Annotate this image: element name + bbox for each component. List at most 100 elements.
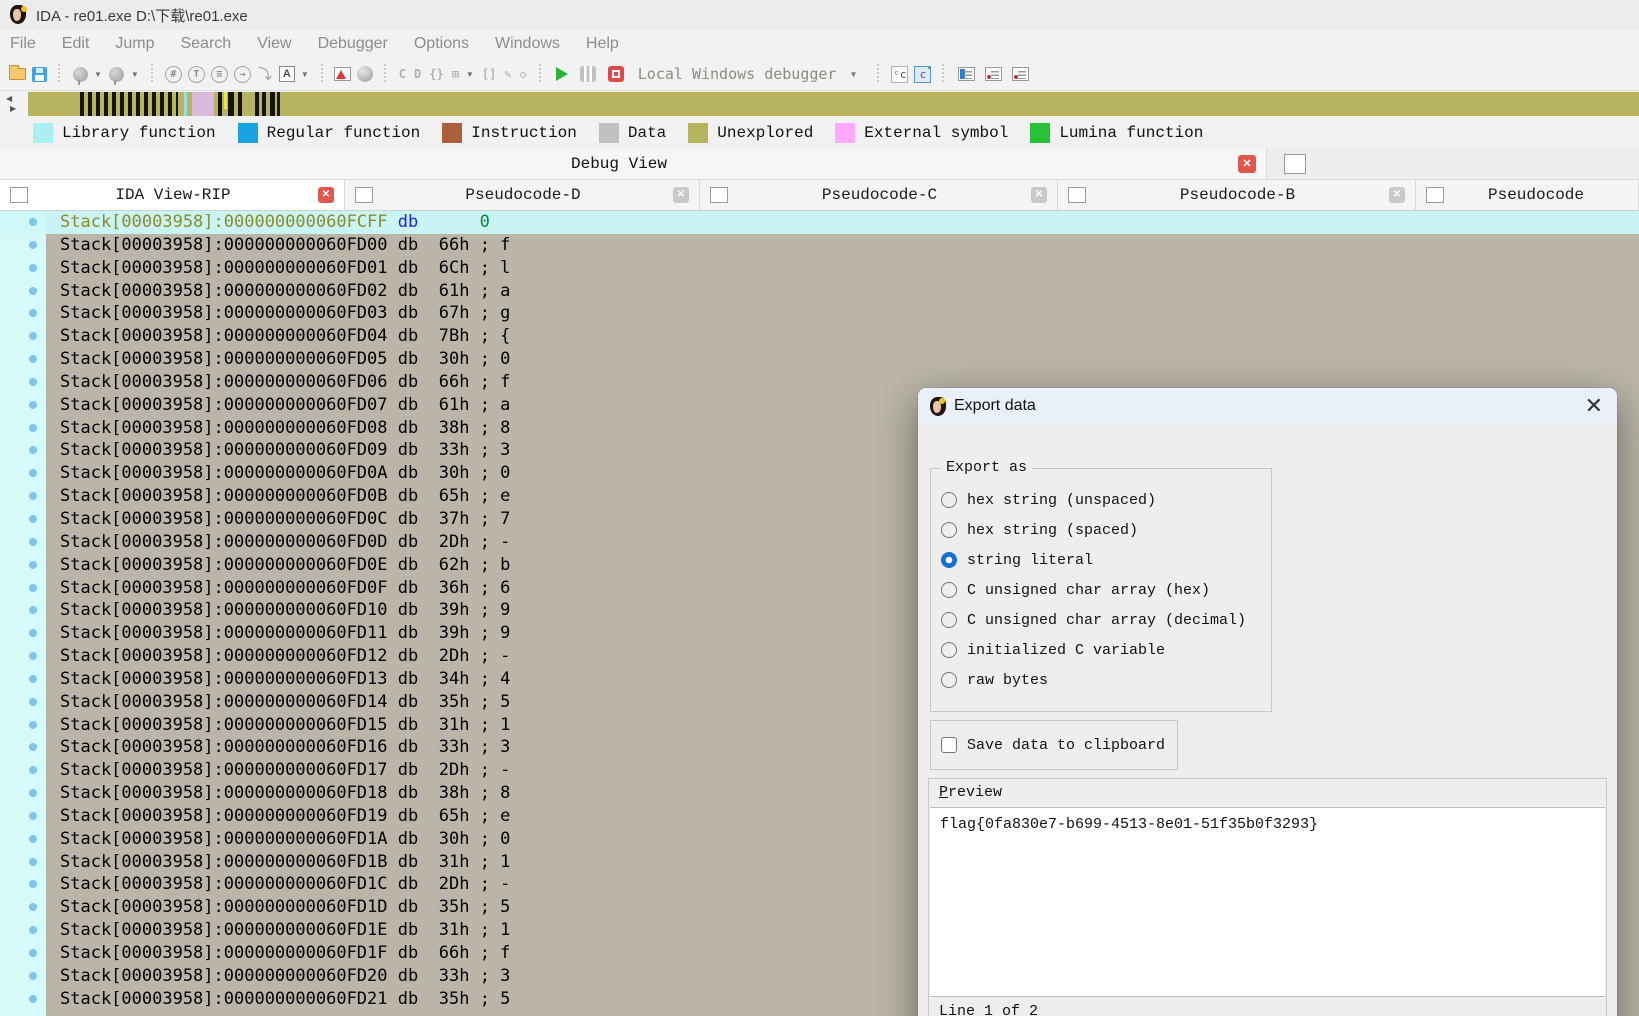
stack-row-fd04[interactable]: Stack[00003958]:000000000060FD04 db 7Bh … (0, 325, 1639, 348)
tab-ida-view-rip[interactable]: IDA View-RIP ✕ (0, 180, 345, 210)
jump-down-icon[interactable]: ⤵ (254, 62, 276, 86)
nav-forward-icon[interactable] (106, 62, 128, 86)
debugger-select-chevron-icon: ▼ (849, 70, 857, 79)
recent-view-icon[interactable] (1284, 154, 1306, 174)
stack-row-fd02[interactable]: Stack[00003958]:000000000060FD02 db 61h … (0, 280, 1639, 303)
radio-c-array-decimal[interactable]: C unsigned char array (decimal) (931, 605, 1271, 635)
stack-row-fcff[interactable]: Stack[00003958]:000000000060FCFF db 0 (0, 211, 1639, 234)
stop-debug-button[interactable] (602, 62, 630, 86)
menu-debugger[interactable]: Debugger (318, 35, 388, 53)
tab-close-icon[interactable]: ✕ (318, 187, 334, 203)
menu-jump[interactable]: Jump (115, 35, 154, 53)
radio-raw-bytes[interactable]: raw bytes (931, 665, 1271, 695)
ascii-string-icon[interactable]: A (276, 62, 298, 86)
legend-swatch (238, 123, 258, 143)
row-marker-dot (29, 812, 37, 820)
debug-view-tab[interactable]: Debug View (0, 155, 1238, 173)
array-brackets-icon[interactable]: [] (482, 67, 496, 81)
tab-close-icon[interactable]: ✕ (1031, 187, 1047, 203)
menu-search[interactable]: Search (180, 35, 231, 53)
export-as-label: Export as (941, 459, 1032, 476)
dialog-titlebar[interactable]: Export data ✕ (918, 388, 1617, 424)
apply-type-icon[interactable]: T (188, 66, 205, 83)
ror-operation-icon[interactable]: ≡ (211, 66, 228, 83)
nav-back-dropdown-icon[interactable]: ▼ (94, 70, 102, 79)
radio-hex-string-spaced[interactable]: hex string (spaced) (931, 515, 1271, 545)
row-marker-dot (29, 241, 37, 249)
row-marker-dot (29, 469, 37, 477)
declare-struct-icon[interactable]: D (414, 67, 421, 81)
braces-struct-icon[interactable]: {} (429, 67, 443, 81)
edit-pencil-icon[interactable]: ✎ (504, 67, 511, 81)
window-titlebar[interactable]: IDA - re01.exe D:\下载\re01.exe (0, 0, 1639, 30)
radio-string-literal[interactable]: string literal (931, 545, 1271, 575)
window-icon (355, 187, 373, 203)
nav-forward-dropdown-icon[interactable]: ▼ (131, 70, 139, 79)
watches-window-icon[interactable] (1012, 67, 1029, 81)
save-to-clipboard-checkbox[interactable] (941, 737, 957, 753)
debug-view-bar-right (1267, 149, 1639, 179)
create-struct-icon[interactable]: C (399, 67, 406, 81)
convert-number-icon[interactable]: # (165, 66, 182, 83)
menu-view[interactable]: View (257, 35, 291, 53)
navigation-band[interactable] (28, 92, 1639, 116)
debug-view-close-icon[interactable]: ✕ (1238, 155, 1256, 173)
menu-options[interactable]: Options (414, 35, 469, 53)
string-type-dropdown-icon[interactable]: ▼ (301, 70, 309, 79)
menu-bar: File Edit Jump Search View Debugger Opti… (0, 30, 1639, 58)
tab-pseudocode-c[interactable]: Pseudocode-C ✕ (700, 180, 1058, 210)
tab-pseudocode-b[interactable]: Pseudocode-B ✕ (1058, 180, 1416, 210)
tab-close-icon[interactable]: ✕ (1389, 187, 1405, 203)
jump-address-icon[interactable]: → (234, 66, 251, 83)
row-marker-dot (29, 424, 37, 432)
radio-initialized-c-variable[interactable]: initialized C variable (931, 635, 1271, 665)
row-marker-dot (29, 903, 37, 911)
debugger-select[interactable]: Local Windows debugger ▼ (638, 65, 862, 83)
stack-trace-icon[interactable] (985, 67, 1002, 81)
new-window-icon[interactable]: ⊞ (452, 67, 459, 81)
navband-toggle-icon[interactable] (332, 62, 354, 86)
tab-pseudocode-d[interactable]: Pseudocode-D ✕ (345, 180, 700, 210)
open-file-icon[interactable] (6, 62, 28, 86)
tab-pseudocode-a[interactable]: Pseudocode (1416, 180, 1639, 210)
menu-edit[interactable]: Edit (62, 35, 90, 53)
row-marker-dot (29, 789, 37, 797)
row-marker-dot (29, 721, 37, 729)
window-icon (1068, 187, 1086, 203)
row-marker-dot (29, 332, 37, 340)
stack-row-fd03[interactable]: Stack[00003958]:000000000060FD03 db 67h … (0, 302, 1639, 325)
radio-c-array-hex[interactable]: C unsigned char array (hex) (931, 575, 1271, 605)
stack-row-fd05[interactable]: Stack[00003958]:000000000060FD05 db 30h … (0, 348, 1639, 371)
run-debug-button[interactable] (550, 62, 574, 86)
navband-left-arrow-icon: ◀ (6, 94, 22, 104)
window-dropdown-icon[interactable]: ▼ (466, 70, 474, 79)
navband-scroll-arrows[interactable]: ◀▶ (6, 91, 22, 117)
dialog-close-icon[interactable]: ✕ (1585, 396, 1603, 416)
radio-icon (941, 522, 957, 538)
row-marker-dot (29, 561, 37, 569)
nav-back-icon[interactable] (69, 62, 91, 86)
menu-file[interactable]: File (10, 35, 36, 53)
legend-regular-function: Regular function (238, 123, 421, 143)
row-marker-dot (29, 880, 37, 888)
legend-instruction: Instruction (442, 123, 577, 143)
menu-windows[interactable]: Windows (495, 35, 560, 53)
menu-help[interactable]: Help (586, 35, 619, 53)
lumina-sphere-icon[interactable] (354, 62, 376, 86)
preview-textarea[interactable]: flag{0fa830e7-b699-4513-8e01-51f35b0f329… (930, 807, 1605, 997)
radio-icon (941, 552, 957, 568)
diamond-icon[interactable]: ◇ (520, 67, 527, 81)
radio-icon (941, 582, 957, 598)
save-icon[interactable] (28, 62, 50, 86)
pause-debug-button[interactable] (574, 62, 602, 86)
source-view-icon[interactable]: ᶜc (891, 66, 908, 83)
tab-close-icon[interactable]: ✕ (673, 187, 689, 203)
source-step-icon[interactable]: c▸ (914, 66, 931, 83)
export-data-dialog: Export data ✕ Export as hex string (unsp… (918, 388, 1617, 1016)
save-to-clipboard-label: Save data to clipboard (967, 737, 1165, 754)
stack-row-fd00[interactable]: Stack[00003958]:000000000060FD00 db 66h … (0, 234, 1639, 257)
debug-windows-icon[interactable] (958, 67, 975, 81)
legend-swatch (442, 123, 462, 143)
radio-hex-string-unspaced[interactable]: hex string (unspaced) (931, 485, 1271, 515)
stack-row-fd01[interactable]: Stack[00003958]:000000000060FD01 db 6Ch … (0, 257, 1639, 280)
